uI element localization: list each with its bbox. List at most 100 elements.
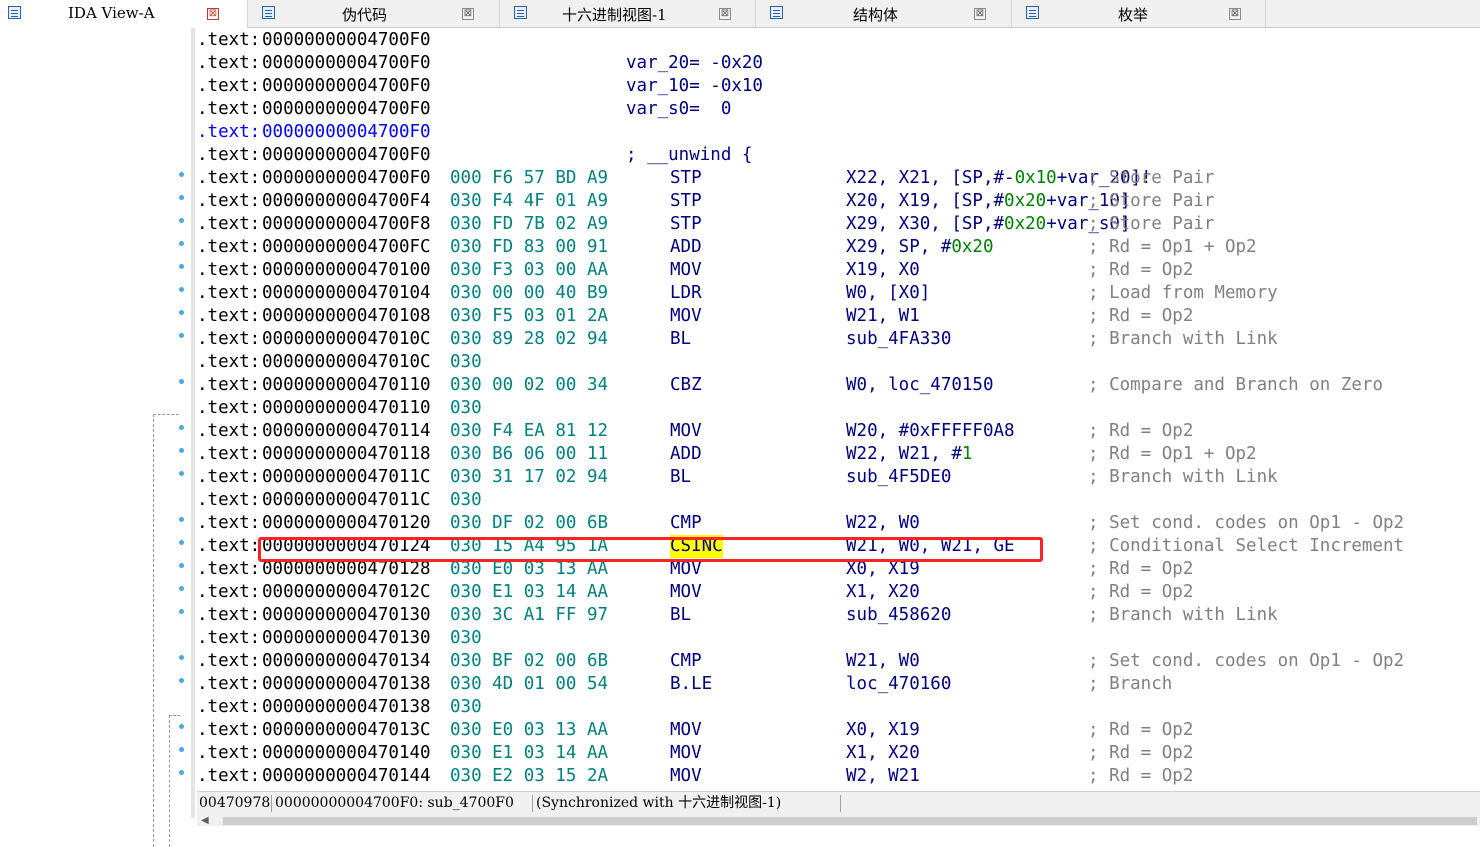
breakpoint-dot[interactable]	[179, 310, 184, 315]
breakpoint-dot[interactable]	[179, 425, 184, 430]
address[interactable]: 000000000047010C	[262, 351, 431, 374]
address[interactable]: 0000000000470130	[262, 627, 431, 650]
mnemonic[interactable]: LDR	[670, 282, 702, 305]
listing-row[interactable]: .text: 00000000004700F0 var_s0= 0	[197, 98, 1480, 121]
listing-row[interactable]: .text: 0000000000470114 030 F4 EA 81 12 MOV…	[197, 420, 1480, 443]
operands[interactable]: X1, X20	[846, 581, 920, 604]
address[interactable]: 000000000047013C	[262, 719, 431, 742]
tab-hex-view[interactable]: 十六进制视图-1 ⊠	[500, 0, 756, 27]
disassembly-listing[interactable]: .text: 00000000004700F0 .text: 000000000047…	[197, 29, 1480, 791]
breakpoint-dot[interactable]	[179, 678, 184, 683]
mnemonic[interactable]: MOV	[670, 719, 702, 742]
tab-listing[interactable]: IDA View-A ⊠	[0, 0, 248, 28]
address[interactable]: 00000000004700F0	[262, 144, 431, 167]
operands[interactable]: W22, W21, #1	[846, 443, 972, 466]
address[interactable]: 0000000000470114	[262, 420, 431, 443]
listing-row[interactable]: .text: 0000000000470140 030 E1 03 14 AA MOV…	[197, 742, 1480, 765]
breakpoint-dot[interactable]	[179, 379, 184, 384]
listing-row[interactable]: .text: 000000000047012C 030 E1 03 14 AA MOV…	[197, 581, 1480, 604]
mnemonic[interactable]: CMP	[670, 512, 702, 535]
mnemonic[interactable]: MOV	[670, 581, 702, 604]
address[interactable]: 0000000000470138	[262, 696, 431, 719]
mnemonic[interactable]: STP	[670, 167, 702, 190]
mnemonic[interactable]: BL	[670, 466, 691, 489]
breakpoint-dot[interactable]	[179, 195, 184, 200]
address[interactable]: 0000000000470110	[262, 397, 431, 420]
breakpoint-dot[interactable]	[179, 448, 184, 453]
listing-row[interactable]: .text: 0000000000470138 030 4D 01 00 54 B.L…	[197, 673, 1480, 696]
listing-row[interactable]: .text: 0000000000470118 030 B6 06 00 11 ADD…	[197, 443, 1480, 466]
operands[interactable]: X19, X0	[846, 259, 920, 282]
listing-row[interactable]: .text: 0000000000470108 030 F5 03 01 2A MOV…	[197, 305, 1480, 328]
stack-var-label[interactable]: var_s0= 0	[626, 98, 731, 121]
listing-row[interactable]: .text: 00000000004700F4 030 F4 4F 01 A9 STP…	[197, 190, 1480, 213]
listing-row[interactable]: .text: 00000000004700F0 var_20= -0x20	[197, 52, 1480, 75]
address[interactable]: 0000000000470100	[262, 259, 431, 282]
mnemonic[interactable]: MOV	[670, 742, 702, 765]
address[interactable]: 0000000000470120	[262, 512, 431, 535]
scrollbar-thumb[interactable]	[223, 817, 1477, 825]
address[interactable]: 0000000000470130	[262, 604, 431, 627]
stack-var-label[interactable]: ; __unwind {	[626, 144, 752, 167]
close-icon[interactable]: ⊠	[207, 8, 219, 20]
breakpoint-dot[interactable]	[179, 471, 184, 476]
operands[interactable]: W20, #0xFFFFF0A8	[846, 420, 1015, 443]
listing-row[interactable]: .text: 00000000004700F0 000 F6 57 BD A9 STP…	[197, 167, 1480, 190]
operands[interactable]: W2, W21	[846, 765, 920, 788]
mnemonic[interactable]: CBZ	[670, 374, 702, 397]
listing-row[interactable]: .text: 0000000000470104 030 00 00 40 B9 LDR…	[197, 282, 1480, 305]
operands[interactable]: sub_458620	[846, 604, 951, 627]
address[interactable]: 0000000000470104	[262, 282, 431, 305]
listing-row[interactable]: .text: 0000000000470130 030 3C A1 FF 97 BL s…	[197, 604, 1480, 627]
mnemonic[interactable]: CMP	[670, 650, 702, 673]
operands[interactable]: X29, SP, #0x20	[846, 236, 994, 259]
listing-row[interactable]: .text: 0000000000470100 030 F3 03 00 AA MOV…	[197, 259, 1480, 282]
listing-row[interactable]: .text: 00000000004700F0 var_10= -0x10	[197, 75, 1480, 98]
listing-row[interactable]: .text: 000000000047010C 030	[197, 351, 1480, 374]
listing-row[interactable]: .text: 00000000004700F0	[197, 121, 1480, 144]
mnemonic[interactable]: ADD	[670, 236, 702, 259]
address[interactable]: 0000000000470134	[262, 650, 431, 673]
operands[interactable]: W21, W1	[846, 305, 920, 328]
listing-row[interactable]: .text: 00000000004700F0	[197, 29, 1480, 52]
operands[interactable]: W22, W0	[846, 512, 920, 535]
listing-row[interactable]: .text: 00000000004700F0 ; __unwind {	[197, 144, 1480, 167]
breakpoint-dot[interactable]	[179, 655, 184, 660]
listing-row[interactable]: .text: 000000000047010C 030 89 28 02 94 BL s…	[197, 328, 1480, 351]
mnemonic[interactable]: MOV	[670, 765, 702, 788]
breakpoint-dot[interactable]	[179, 586, 184, 591]
listing-row[interactable]: .text: 000000000047011C 030	[197, 489, 1480, 512]
address[interactable]: 00000000004700F0	[262, 52, 431, 75]
listing-row[interactable]: .text: 0000000000470110 030 00 02 00 34 CBZ…	[197, 374, 1480, 397]
horizontal-scrollbar[interactable]: ◀	[197, 815, 1480, 826]
listing-row[interactable]: .text: 0000000000470120 030 DF 02 00 6B CMP…	[197, 512, 1480, 535]
address[interactable]: 000000000047012C	[262, 581, 431, 604]
close-icon[interactable]: ⊠	[719, 8, 731, 20]
breakpoint-dot[interactable]	[179, 724, 184, 729]
operands[interactable]: sub_4F5DE0	[846, 466, 951, 489]
address[interactable]: 00000000004700F0	[262, 98, 431, 121]
address[interactable]: 0000000000470108	[262, 305, 431, 328]
mnemonic[interactable]: STP	[670, 213, 702, 236]
breakpoint-dot[interactable]	[179, 770, 184, 775]
operands[interactable]: X1, X20	[846, 742, 920, 765]
tab-structures[interactable]: 结构体 ⊠	[756, 0, 1012, 27]
address[interactable]: 000000000047010C	[262, 328, 431, 351]
operands[interactable]: sub_4FA330	[846, 328, 951, 351]
listing-row[interactable]: .text: 0000000000470134 030 BF 02 00 6B CMP…	[197, 650, 1480, 673]
mnemonic[interactable]: B.LE	[670, 673, 712, 696]
mnemonic[interactable]: ADD	[670, 443, 702, 466]
address[interactable]: 0000000000470144	[262, 765, 431, 788]
breakpoint-dot[interactable]	[179, 218, 184, 223]
address[interactable]: 0000000000470140	[262, 742, 431, 765]
scroll-left-icon[interactable]: ◀	[201, 815, 209, 826]
mnemonic[interactable]: MOV	[670, 259, 702, 282]
breakpoint-dot[interactable]	[179, 287, 184, 292]
address[interactable]: 00000000004700F0	[262, 121, 431, 144]
tab-pseudocode[interactable]: 伪代码 ⊠	[248, 0, 500, 27]
stack-var-label[interactable]: var_10= -0x10	[626, 75, 763, 98]
breakpoint-dot[interactable]	[179, 264, 184, 269]
address[interactable]: 0000000000470118	[262, 443, 431, 466]
listing-row[interactable]: .text: 000000000047011C 030 31 17 02 94 BL s…	[197, 466, 1480, 489]
close-icon[interactable]: ⊠	[462, 8, 474, 20]
